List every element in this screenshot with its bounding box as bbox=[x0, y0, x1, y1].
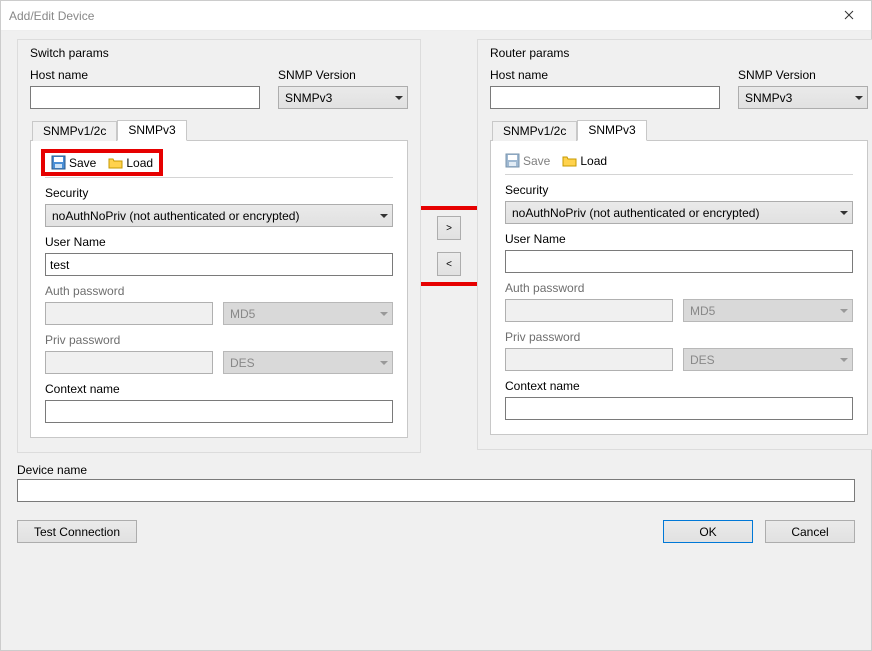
router-authpw-label: Auth password bbox=[505, 281, 853, 295]
router-v3-tabpage: Save Load Security bbox=[490, 140, 868, 435]
switch-authalgo-select: MD5 bbox=[223, 302, 393, 325]
device-name-input[interactable] bbox=[17, 479, 855, 502]
switch-legend: Switch params bbox=[30, 46, 408, 60]
router-load-label: Load bbox=[580, 154, 607, 168]
copy-arrows-highlight: > < bbox=[421, 210, 477, 282]
save-icon bbox=[51, 155, 66, 170]
test-connection-button[interactable]: Test Connection bbox=[17, 520, 137, 543]
switch-authalgo-value: MD5 bbox=[230, 307, 255, 321]
chevron-down-icon bbox=[840, 358, 848, 362]
switch-username-input[interactable] bbox=[45, 253, 393, 276]
router-save-label: Save bbox=[523, 154, 550, 168]
switch-snmpver-label: SNMP Version bbox=[278, 68, 408, 82]
switch-params-group: Switch params Host name SNMP Version SNM… bbox=[17, 39, 421, 453]
router-host-label: Host name bbox=[490, 68, 720, 82]
router-privpw-label: Priv password bbox=[505, 330, 853, 344]
router-privalgo-value: DES bbox=[690, 353, 715, 367]
switch-context-label: Context name bbox=[45, 382, 393, 396]
router-username-input[interactable] bbox=[505, 250, 853, 273]
cancel-button[interactable]: Cancel bbox=[765, 520, 855, 543]
folder-icon bbox=[562, 153, 577, 168]
chevron-down-icon bbox=[380, 361, 388, 365]
close-icon bbox=[844, 9, 854, 23]
switch-privalgo-select: DES bbox=[223, 351, 393, 374]
chevron-down-icon bbox=[395, 96, 403, 100]
router-privalgo-select: DES bbox=[683, 348, 853, 371]
switch-load-label: Load bbox=[126, 156, 153, 170]
router-params-group: Router params Host name SNMP Version SNM… bbox=[477, 39, 872, 450]
chevron-down-icon bbox=[855, 96, 863, 100]
dialog-window: Add/Edit Device Switch params Host name bbox=[0, 0, 872, 651]
switch-authpw-input bbox=[45, 302, 213, 325]
router-authpw-input bbox=[505, 299, 673, 322]
close-button[interactable] bbox=[826, 1, 871, 30]
chevron-down-icon bbox=[840, 211, 848, 215]
folder-icon bbox=[108, 155, 123, 170]
copy-left-button[interactable]: < bbox=[437, 252, 461, 276]
chevron-down-icon bbox=[380, 312, 388, 316]
router-security-label: Security bbox=[505, 183, 853, 197]
switch-toolbar-highlight: Save Load bbox=[45, 153, 159, 172]
arrow-left-icon: < bbox=[446, 259, 452, 270]
chevron-down-icon bbox=[840, 309, 848, 313]
switch-save-button[interactable]: Save bbox=[51, 155, 96, 170]
router-snmpver-value: SNMPv3 bbox=[745, 91, 792, 105]
router-authalgo-select: MD5 bbox=[683, 299, 853, 322]
router-security-value: noAuthNoPriv (not authenticated or encry… bbox=[512, 206, 759, 220]
switch-snmpver-select[interactable]: SNMPv3 bbox=[278, 86, 408, 109]
router-snmpver-label: SNMP Version bbox=[738, 68, 868, 82]
switch-host-label: Host name bbox=[30, 68, 260, 82]
switch-tab-v3[interactable]: SNMPv3 bbox=[117, 120, 186, 141]
switch-host-input[interactable] bbox=[30, 86, 260, 109]
router-username-label: User Name bbox=[505, 232, 853, 246]
arrow-right-icon: > bbox=[446, 223, 452, 234]
ok-button[interactable]: OK bbox=[663, 520, 753, 543]
router-context-input[interactable] bbox=[505, 397, 853, 420]
switch-privpw-label: Priv password bbox=[45, 333, 393, 347]
switch-v3-tabpage: Save Load bbox=[30, 140, 408, 438]
router-tab-v3[interactable]: SNMPv3 bbox=[577, 120, 646, 141]
switch-security-label: Security bbox=[45, 186, 393, 200]
switch-username-label: User Name bbox=[45, 235, 393, 249]
copy-right-button[interactable]: > bbox=[437, 216, 461, 240]
device-name-label: Device name bbox=[17, 463, 855, 477]
router-authalgo-value: MD5 bbox=[690, 304, 715, 318]
titlebar: Add/Edit Device bbox=[1, 1, 871, 31]
switch-privalgo-value: DES bbox=[230, 356, 255, 370]
router-context-label: Context name bbox=[505, 379, 853, 393]
router-security-select[interactable]: noAuthNoPriv (not authenticated or encry… bbox=[505, 201, 853, 224]
switch-snmpver-value: SNMPv3 bbox=[285, 91, 332, 105]
switch-security-value: noAuthNoPriv (not authenticated or encry… bbox=[52, 209, 299, 223]
router-legend: Router params bbox=[490, 46, 868, 60]
router-load-button[interactable]: Load bbox=[562, 153, 607, 168]
switch-security-select[interactable]: noAuthNoPriv (not authenticated or encry… bbox=[45, 204, 393, 227]
switch-context-input[interactable] bbox=[45, 400, 393, 423]
switch-tab-v12c[interactable]: SNMPv1/2c bbox=[32, 121, 117, 141]
save-icon bbox=[505, 153, 520, 168]
switch-load-button[interactable]: Load bbox=[108, 155, 153, 170]
router-snmpver-select[interactable]: SNMPv3 bbox=[738, 86, 868, 109]
router-privpw-input bbox=[505, 348, 673, 371]
chevron-down-icon bbox=[380, 214, 388, 218]
switch-save-label: Save bbox=[69, 156, 96, 170]
switch-privpw-input bbox=[45, 351, 213, 374]
router-save-button[interactable]: Save bbox=[505, 153, 550, 168]
switch-authpw-label: Auth password bbox=[45, 284, 393, 298]
window-title: Add/Edit Device bbox=[9, 9, 826, 23]
router-tab-v12c[interactable]: SNMPv1/2c bbox=[492, 121, 577, 141]
router-host-input[interactable] bbox=[490, 86, 720, 109]
